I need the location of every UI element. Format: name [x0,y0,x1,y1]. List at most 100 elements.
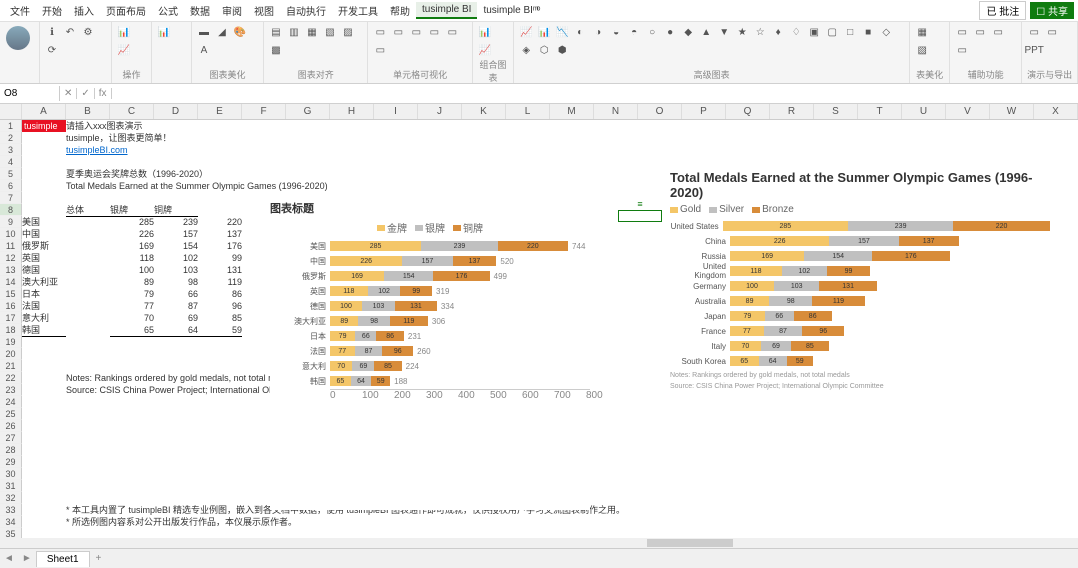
cell[interactable]: 请插入xxx图表演示 [66,120,286,132]
cell[interactable]: 美国 [22,216,66,228]
ribbon-icon[interactable]: ■ [860,24,876,40]
row-header[interactable]: 3 [0,144,22,156]
ribbon-icon[interactable]: ◢ [214,24,230,40]
ribbon-icon[interactable]: ⚙ [80,24,96,40]
cell[interactable]: 154 [154,240,198,252]
cell[interactable]: 157 [154,228,198,240]
cell[interactable]: * 所选例图内容系对公开出版发行作品，本仪展示原作者。 [66,516,726,528]
cell[interactable]: 239 [154,216,198,228]
check-icon[interactable]: ✓ [77,88,94,99]
ribbon-icon[interactable]: ▦ [914,24,930,40]
chart-right[interactable]: Total Medals Earned at the Summer Olympi… [670,170,1050,450]
col-header[interactable]: G [286,104,330,119]
col-header[interactable]: K [462,104,506,119]
row-header[interactable]: 34 [0,516,22,528]
cell[interactable]: tusimpleBI.com [66,144,198,156]
ribbon-icon[interactable]: ◆ [680,24,696,40]
row-header[interactable]: 9 [0,216,22,228]
cell[interactable]: 79 [110,288,154,300]
cell[interactable]: 法国 [22,300,66,312]
menu-页面布局[interactable]: 页面布局 [100,1,152,20]
ribbon-icon[interactable]: ▼ [716,24,732,40]
ribbon-icon[interactable]: ⬡ [536,42,552,58]
share-button[interactable]: ☐ 共享 [1030,2,1074,19]
col-header[interactable]: F [242,104,286,119]
menu-公式[interactable]: 公式 [152,1,184,20]
cell[interactable]: 137 [198,228,242,240]
menu-自动执行[interactable]: 自动执行 [280,1,332,20]
row-header[interactable]: 11 [0,240,22,252]
ribbon-icon[interactable]: ◇ [878,24,894,40]
col-header[interactable]: D [154,104,198,119]
row-header[interactable]: 31 [0,480,22,492]
col-header[interactable]: P [682,104,726,119]
menu-帮助[interactable]: 帮助 [384,1,416,20]
row-header[interactable]: 15 [0,288,22,300]
ribbon-icon[interactable]: ▭ [372,24,388,40]
col-header[interactable]: Q [726,104,770,119]
ribbon-icon[interactable]: ▭ [954,24,970,40]
cell[interactable]: tusimple [22,120,66,132]
chart-embedded[interactable]: 图表标题 金牌银牌铜牌 美国285239220744中国226157137520… [270,200,590,510]
sheet-tab[interactable]: Sheet1 [36,551,90,567]
ribbon-icon[interactable]: ◒ [608,24,624,40]
col-header[interactable]: B [66,104,110,119]
col-header[interactable]: S [814,104,858,119]
cell[interactable]: 70 [110,312,154,324]
ribbon-icon[interactable]: ▭ [372,42,388,58]
ribbon-icon[interactable]: ▢ [824,24,840,40]
cell[interactable]: 俄罗斯 [22,240,66,252]
col-header[interactable]: C [110,104,154,119]
row-header[interactable]: 26 [0,420,22,432]
row-header[interactable]: 1 [0,120,22,132]
ribbon-icon[interactable]: ♦ [770,24,786,40]
cell[interactable]: 德国 [22,264,66,276]
menu-审阅[interactable]: 审阅 [216,1,248,20]
approve-button[interactable]: 已 批注 [979,1,1026,20]
row-header[interactable]: 13 [0,264,22,276]
cancel-icon[interactable]: ✕ [60,88,77,99]
row-header[interactable]: 17 [0,312,22,324]
ribbon-icon[interactable]: ⬢ [554,42,570,58]
menu-tusimple BI ͫ ͦ[interactable]: tusimple BI ͫ ͦ [477,3,544,18]
ribbon-icon[interactable]: ◓ [626,24,642,40]
ribbon-icon[interactable]: 📊 [477,24,493,40]
row-header[interactable]: 27 [0,432,22,444]
cell[interactable]: 59 [198,324,242,337]
scroll-thumb[interactable] [647,539,733,547]
row-header[interactable]: 30 [0,468,22,480]
col-header[interactable]: L [506,104,550,119]
menu-开始[interactable]: 开始 [36,1,68,20]
cell[interactable]: 意大利 [22,312,66,324]
cell[interactable]: 100 [110,264,154,276]
row-header[interactable]: 12 [0,252,22,264]
row-header[interactable]: 6 [0,180,22,192]
col-header[interactable]: R [770,104,814,119]
cell[interactable]: 总体 [66,204,110,217]
menu-数据[interactable]: 数据 [184,1,216,20]
col-header[interactable]: U [902,104,946,119]
cell[interactable]: 韩国 [22,324,66,337]
row-header[interactable]: 22 [0,372,22,384]
menu-文件[interactable]: 文件 [4,1,36,20]
sheet-nav-prev[interactable]: ◄ [0,553,18,564]
ribbon-icon[interactable]: ▣ [806,24,822,40]
select-all[interactable] [0,104,22,119]
ribbon-icon[interactable]: ▭ [426,24,442,40]
cell[interactable]: 64 [154,324,198,337]
row-header[interactable]: 28 [0,444,22,456]
cell[interactable]: 98 [154,276,198,288]
menu-插入[interactable]: 插入 [68,1,100,20]
menu-视图[interactable]: 视图 [248,1,280,20]
cell[interactable]: 99 [198,252,242,264]
cell[interactable]: 176 [198,240,242,252]
row-header[interactable]: 4 [0,156,22,168]
selection-handle[interactable]: ≡ [618,198,662,210]
col-header[interactable]: O [638,104,682,119]
row-header[interactable]: 2 [0,132,22,144]
ribbon-icon[interactable]: A [196,42,212,58]
cell[interactable]: 65 [110,324,154,337]
ribbon-icon[interactable]: PPT [1026,42,1042,58]
col-header[interactable]: X [1034,104,1078,119]
add-sheet[interactable]: + [90,553,108,564]
